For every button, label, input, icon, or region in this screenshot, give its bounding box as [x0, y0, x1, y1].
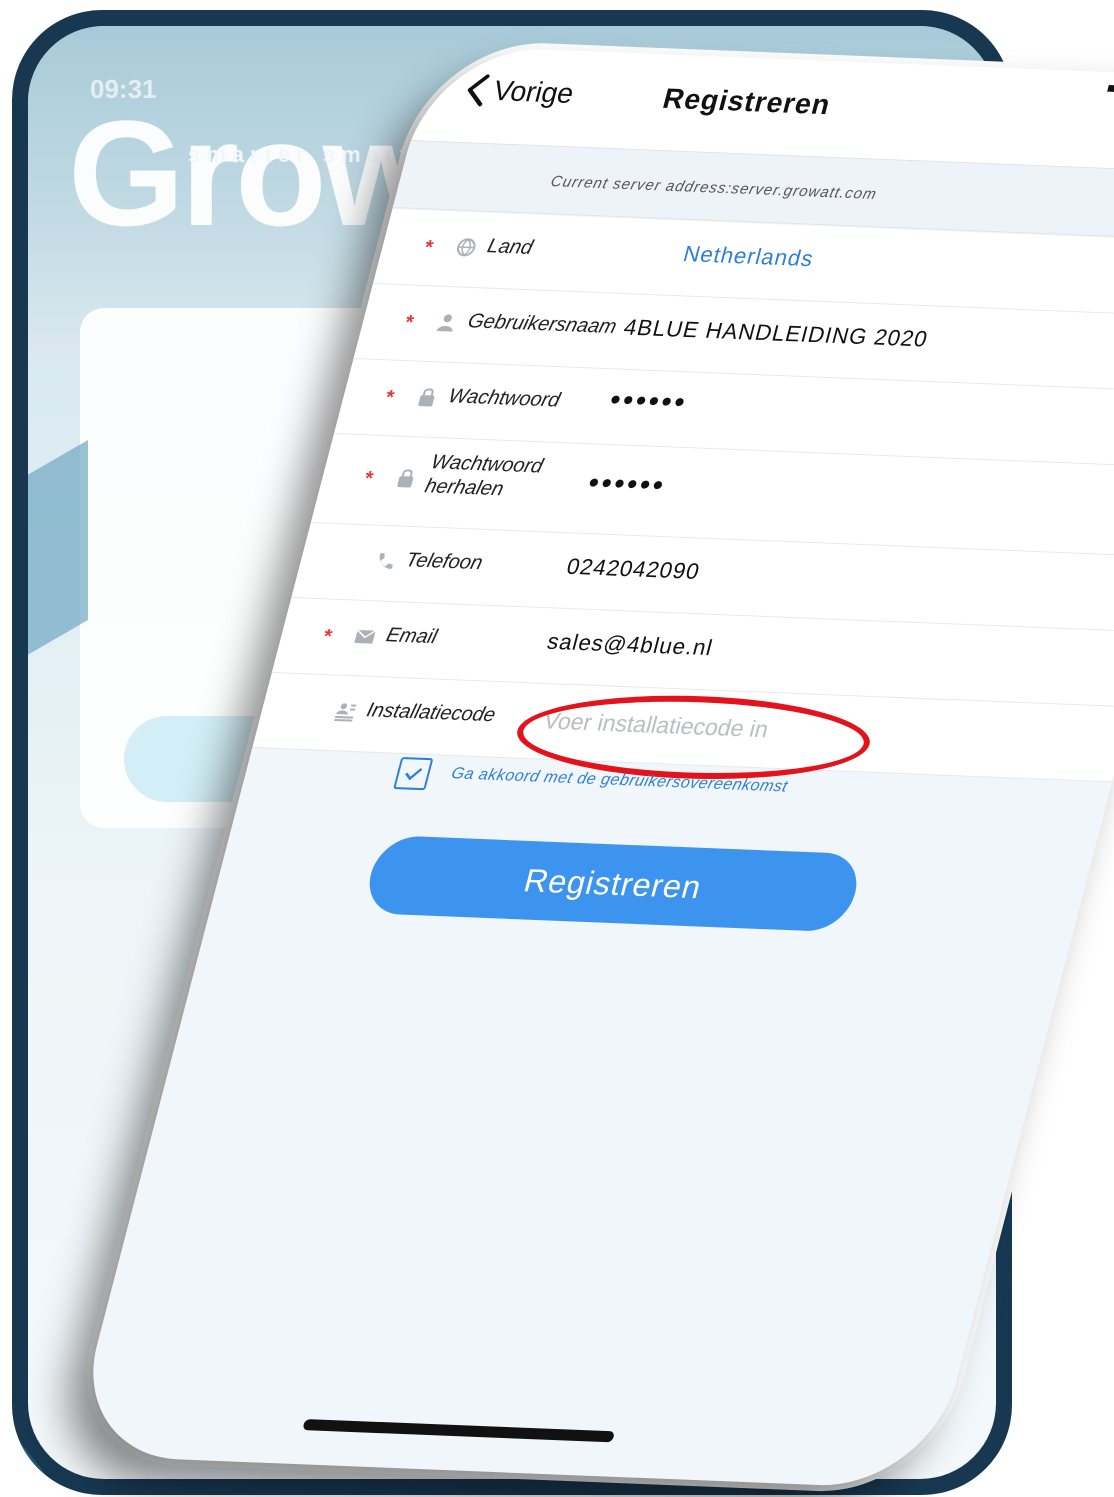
home-indicator [302, 1419, 616, 1443]
required-marker: * [421, 236, 436, 259]
field-label-email: Email [383, 624, 440, 649]
register-button[interactable]: Registreren [360, 835, 866, 933]
globe-icon [456, 238, 476, 257]
required-marker: * [361, 467, 376, 490]
mail-icon [354, 629, 376, 644]
password-repeat-input[interactable]: •••••• [585, 467, 670, 502]
user-icon [436, 314, 453, 332]
growatt-slogan: smarter smart [188, 142, 413, 167]
required-marker: * [402, 311, 416, 334]
server-address-text: Current server address:server.growatt.co… [548, 173, 879, 204]
email-input[interactable]: sales@4blue.nl [544, 629, 716, 662]
agreement-link[interactable]: Ga akkoord met de gebruikersovereenkomst [449, 765, 789, 796]
required-marker: * [320, 625, 335, 648]
lock-icon [418, 388, 435, 407]
background-accent-shape [28, 440, 88, 672]
id-card-icon [334, 703, 357, 722]
phone-input[interactable]: 0242042090 [564, 554, 703, 585]
field-label-wachtwoord: Wachtwoord [445, 385, 563, 412]
registration-form: * Land Netherlands * Gebruikersnaam 4BLU… [252, 209, 1114, 786]
checkmark-icon [405, 768, 423, 781]
country-select[interactable]: Netherlands [680, 241, 817, 272]
agreement-checkbox[interactable] [393, 757, 434, 791]
field-label-wachtwoord-herhalen: Wachtwoord herhalen [422, 451, 546, 501]
field-label-gebruikersnaam: Gebruikersnaam [465, 310, 619, 339]
field-label-land: Land [484, 235, 536, 259]
field-label-telefoon: Telefoon [403, 549, 485, 575]
signal-icon: ▂▄▆ [1107, 66, 1114, 94]
password-input[interactable]: •••••• [606, 384, 692, 419]
username-input[interactable]: 4BLUE HANDLEIDING 2020 [621, 314, 931, 352]
field-label-installatiecode: Installatiecode [364, 699, 498, 727]
lock-icon [397, 469, 414, 488]
required-marker: * [382, 386, 397, 409]
phone-icon [379, 553, 393, 569]
installation-code-input[interactable] [536, 698, 853, 755]
